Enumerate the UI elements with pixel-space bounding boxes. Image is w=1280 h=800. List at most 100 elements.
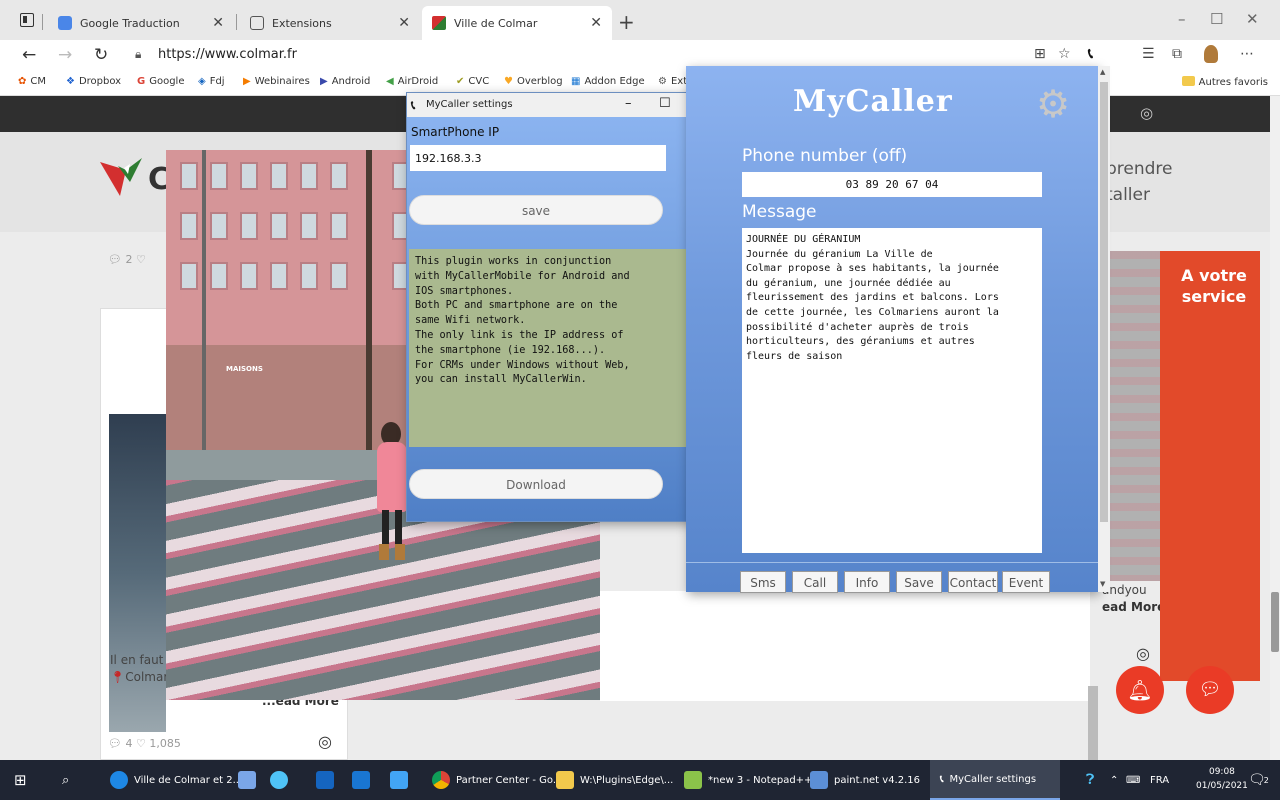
cvc-icon: ✔ — [456, 76, 465, 87]
popup-scrollbar[interactable]: ▲ ▼ — [1098, 66, 1110, 592]
sms-button[interactable]: Sms — [740, 571, 786, 593]
chrome-icon — [432, 771, 450, 789]
mycaller-title: MyCaller — [793, 84, 953, 119]
save-button[interactable]: save — [409, 195, 663, 225]
notification-center-icon[interactable]: 🗨︎ 2 — [1248, 760, 1269, 800]
close-tab-icon[interactable]: ✕ — [590, 15, 602, 31]
google-icon: G — [137, 76, 146, 87]
search-icon[interactable]: ⌕ — [62, 760, 69, 800]
minimize-icon[interactable]: – — [625, 96, 632, 111]
close-tab-icon[interactable]: ✕ — [398, 15, 410, 31]
read-more-link[interactable]: ead More — [1102, 600, 1165, 614]
action-button-bar: Sms Call Info Save Contact Event — [686, 562, 1098, 593]
extensions-icon: ⚙ — [658, 76, 667, 87]
download-button[interactable]: Download — [409, 469, 663, 499]
reader-view-icon[interactable]: ⊞ — [1034, 46, 1046, 62]
language-indicator[interactable]: FRA — [1150, 760, 1169, 800]
help-icon[interactable]: ❓︎ — [1086, 760, 1094, 800]
collections-icon[interactable]: ⧉ — [1172, 46, 1182, 62]
taskbar-explorer[interactable]: W:\Plugins\Edge\... — [556, 760, 673, 800]
other-favorites-folder[interactable]: Autres favoris — [1181, 76, 1268, 88]
new-tab-button[interactable]: + — [618, 10, 635, 34]
message-label: Message — [742, 202, 817, 222]
tab-separator — [42, 14, 43, 30]
windows-start-icon[interactable]: ⊞ — [14, 760, 27, 800]
bookmark-addon-edge[interactable]: ▦ Addon Edge — [571, 76, 645, 87]
close-window-icon[interactable]: ✕ — [1246, 10, 1259, 28]
colmar-logo-icon[interactable] — [100, 158, 142, 196]
contact-button[interactable]: Contact — [948, 571, 998, 593]
bookmark-overblog[interactable]: ♥ Overblog — [504, 76, 563, 87]
phone-number-field[interactable]: 03 89 20 67 04 — [742, 172, 1042, 197]
windows-taskbar: ⊞ ⌕ Ville de Colmar et 2... Partner Cent… — [0, 760, 1280, 800]
keyboard-icon[interactable]: ⌨ — [1126, 760, 1140, 800]
maximize-icon[interactable]: ☐ — [659, 96, 671, 111]
favorite-star-icon[interactable]: ☆ — [1058, 46, 1071, 62]
instagram-icon[interactable]: ◎ — [1136, 644, 1150, 663]
settings-title: MyCaller settings — [426, 99, 513, 110]
bookmark-fdj[interactable]: ◈ Fdj — [198, 76, 225, 87]
bookmark-cvc[interactable]: ✔ CVC — [456, 76, 489, 87]
message-textarea[interactable]: JOURNÉE DU GÉRANIUM Journée du géranium … — [742, 228, 1042, 553]
save-contact-button[interactable]: Save — [896, 571, 942, 593]
tab-extensions[interactable]: Extensions ✕ — [240, 6, 420, 40]
reload-icon[interactable]: ↻ — [94, 45, 108, 65]
plugin-info-text: This plugin works in conjunction with My… — [409, 249, 691, 447]
taskbar-app-5[interactable] — [390, 760, 414, 800]
mycaller-extension-icon[interactable]: 📞︎ — [1088, 46, 1093, 62]
lock-icon[interactable]: 🔒︎ — [135, 47, 141, 62]
bookmark-dropbox[interactable]: ❖ Dropbox — [66, 76, 121, 87]
minimize-icon[interactable]: – — [1178, 10, 1186, 28]
call-button[interactable]: Call — [792, 571, 838, 593]
close-tab-icon[interactable]: ✕ — [212, 15, 224, 31]
location-pin-icon: 📍︎ — [110, 670, 126, 684]
bookmark-android[interactable]: ▶ Android — [320, 76, 370, 87]
taskbar-app-2[interactable] — [270, 760, 294, 800]
street-lamp — [202, 150, 206, 450]
maximize-icon[interactable]: ☐ — [1210, 10, 1223, 28]
taskbar-edge[interactable]: Ville de Colmar et 2... — [110, 760, 242, 800]
tray-chevron-icon[interactable]: ⌃ — [1110, 760, 1118, 800]
taskbar-mycaller-settings[interactable]: 📞︎ MyCaller settings — [930, 760, 1060, 800]
event-button[interactable]: Event — [1002, 571, 1050, 593]
tab-ville-de-colmar[interactable]: Ville de Colmar ✕ — [422, 6, 612, 40]
cm-icon: ✿ — [18, 76, 27, 87]
more-menu-icon[interactable]: ⋯ — [1240, 46, 1254, 62]
tab-google-traduction[interactable]: Google Traduction ✕ — [48, 6, 234, 40]
taskbar-paintnet[interactable]: paint.net v4.2.16 — [810, 760, 920, 800]
bookmark-cm[interactable]: ✿ CM — [18, 76, 46, 87]
scroll-up-icon[interactable]: ▲ — [1100, 68, 1105, 76]
clock[interactable]: 09:08 01/05/2021 — [1196, 765, 1248, 793]
taskbar-app-4[interactable] — [352, 760, 376, 800]
page-scrollbar[interactable] — [1270, 96, 1280, 760]
smartphone-ip-input[interactable] — [410, 145, 666, 171]
back-arrow-icon[interactable]: ← — [22, 45, 36, 65]
tab-actions-icon[interactable] — [20, 13, 34, 27]
taskbar-notepad[interactable]: *new 3 - Notepad++ — [684, 760, 812, 800]
instagram-icon[interactable]: ◎ — [318, 732, 332, 751]
taskbar-app-1[interactable] — [238, 760, 262, 800]
notification-bell-button[interactable]: 🔔︎ — [1116, 666, 1164, 714]
instagram-icon[interactable]: ◎ — [1140, 104, 1153, 122]
forward-arrow-icon[interactable]: → — [58, 45, 72, 65]
taskbar-app-3[interactable] — [316, 760, 340, 800]
bookmark-ext[interactable]: ⚙ Ext — [658, 76, 687, 87]
profile-avatar[interactable] — [1204, 45, 1218, 63]
url-field[interactable]: https://www.colmar.fr — [158, 47, 297, 62]
inner-scrollbar-thumb[interactable] — [1088, 686, 1098, 760]
a-votre-service-banner[interactable]: A votre service — [1160, 251, 1260, 681]
chat-search-button[interactable]: 💬︎ — [1186, 666, 1234, 714]
info-button[interactable]: Info — [844, 571, 890, 593]
bookmark-google[interactable]: G Google — [137, 76, 184, 87]
post-stats: 💬︎ 2 ♡ — [108, 253, 146, 266]
bookmark-airdroid[interactable]: ◀ AirDroid — [386, 76, 438, 87]
taskbar-chrome[interactable]: Partner Center - Go... — [432, 760, 562, 800]
favorites-list-icon[interactable]: ☰ — [1142, 46, 1155, 62]
mycaller-settings-window: 📞︎ MyCaller settings – ☐ ✕ SmartPhone IP… — [406, 92, 720, 522]
settings-titlebar[interactable]: 📞︎ MyCaller settings – ☐ ✕ — [407, 93, 719, 117]
scroll-down-icon[interactable]: ▼ — [1100, 580, 1105, 588]
gear-icon[interactable]: ⚙ — [1036, 84, 1070, 124]
bookmark-webinaires[interactable]: ▶ Webinaires — [243, 76, 310, 87]
app-icon — [352, 771, 370, 789]
tab-label: Ville de Colmar — [454, 16, 538, 30]
